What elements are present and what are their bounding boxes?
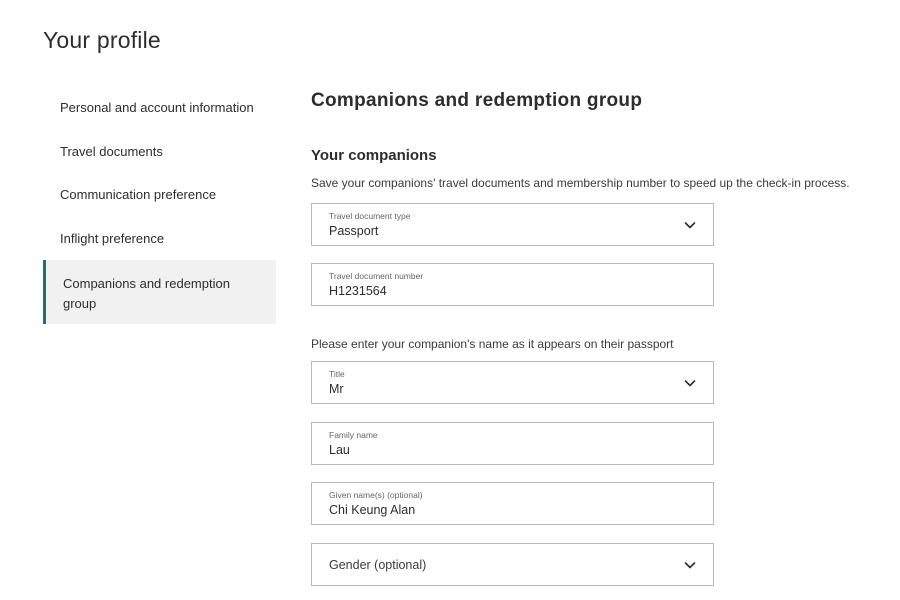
sidebar-item-companions-redemption[interactable]: Companions and redemption group xyxy=(43,260,276,324)
page-title: Your profile xyxy=(43,27,161,53)
chevron-down-icon xyxy=(684,562,696,569)
chevron-down-icon xyxy=(684,222,696,229)
given-names-value: Chi Keung Alan xyxy=(329,503,416,517)
title-select[interactable]: Title Mr xyxy=(311,361,714,404)
travel-document-type-select[interactable]: Travel document type Passport xyxy=(311,203,714,246)
companions-heading: Your companions xyxy=(311,147,437,164)
sidebar-item-inflight-preference[interactable]: Inflight preference xyxy=(43,231,164,246)
sidebar-item-personal-account[interactable]: Personal and account information xyxy=(43,100,254,115)
travel-document-number-field[interactable]: Travel document number H1231564 xyxy=(311,263,714,306)
title-value: Mr xyxy=(329,382,344,396)
passport-name-note: Please enter your companion's name as it… xyxy=(311,337,674,351)
profile-page: Your profile Personal and account inform… xyxy=(0,0,900,600)
family-name-field[interactable]: Family name Lau xyxy=(311,422,714,465)
gender-select[interactable]: Gender (optional) xyxy=(311,543,714,586)
companions-description: Save your companions' travel documents a… xyxy=(311,176,850,190)
family-name-value: Lau xyxy=(329,443,350,457)
given-names-field[interactable]: Given name(s) (optional) Chi Keung Alan xyxy=(311,482,714,525)
travel-document-type-label: Travel document type xyxy=(329,211,411,221)
travel-document-number-value: H1231564 xyxy=(329,284,387,298)
title-label: Title xyxy=(329,369,345,379)
section-title: Companions and redemption group xyxy=(311,90,643,111)
travel-document-type-value: Passport xyxy=(329,224,379,238)
travel-document-number-label: Travel document number xyxy=(329,271,424,281)
given-names-label: Given name(s) (optional) xyxy=(329,490,423,500)
family-name-label: Family name xyxy=(329,430,378,440)
sidebar-item-travel-documents[interactable]: Travel documents xyxy=(43,144,163,159)
sidebar-item-communication-preference[interactable]: Communication preference xyxy=(43,187,216,202)
gender-placeholder: Gender (optional) xyxy=(329,558,427,572)
chevron-down-icon xyxy=(684,380,696,387)
